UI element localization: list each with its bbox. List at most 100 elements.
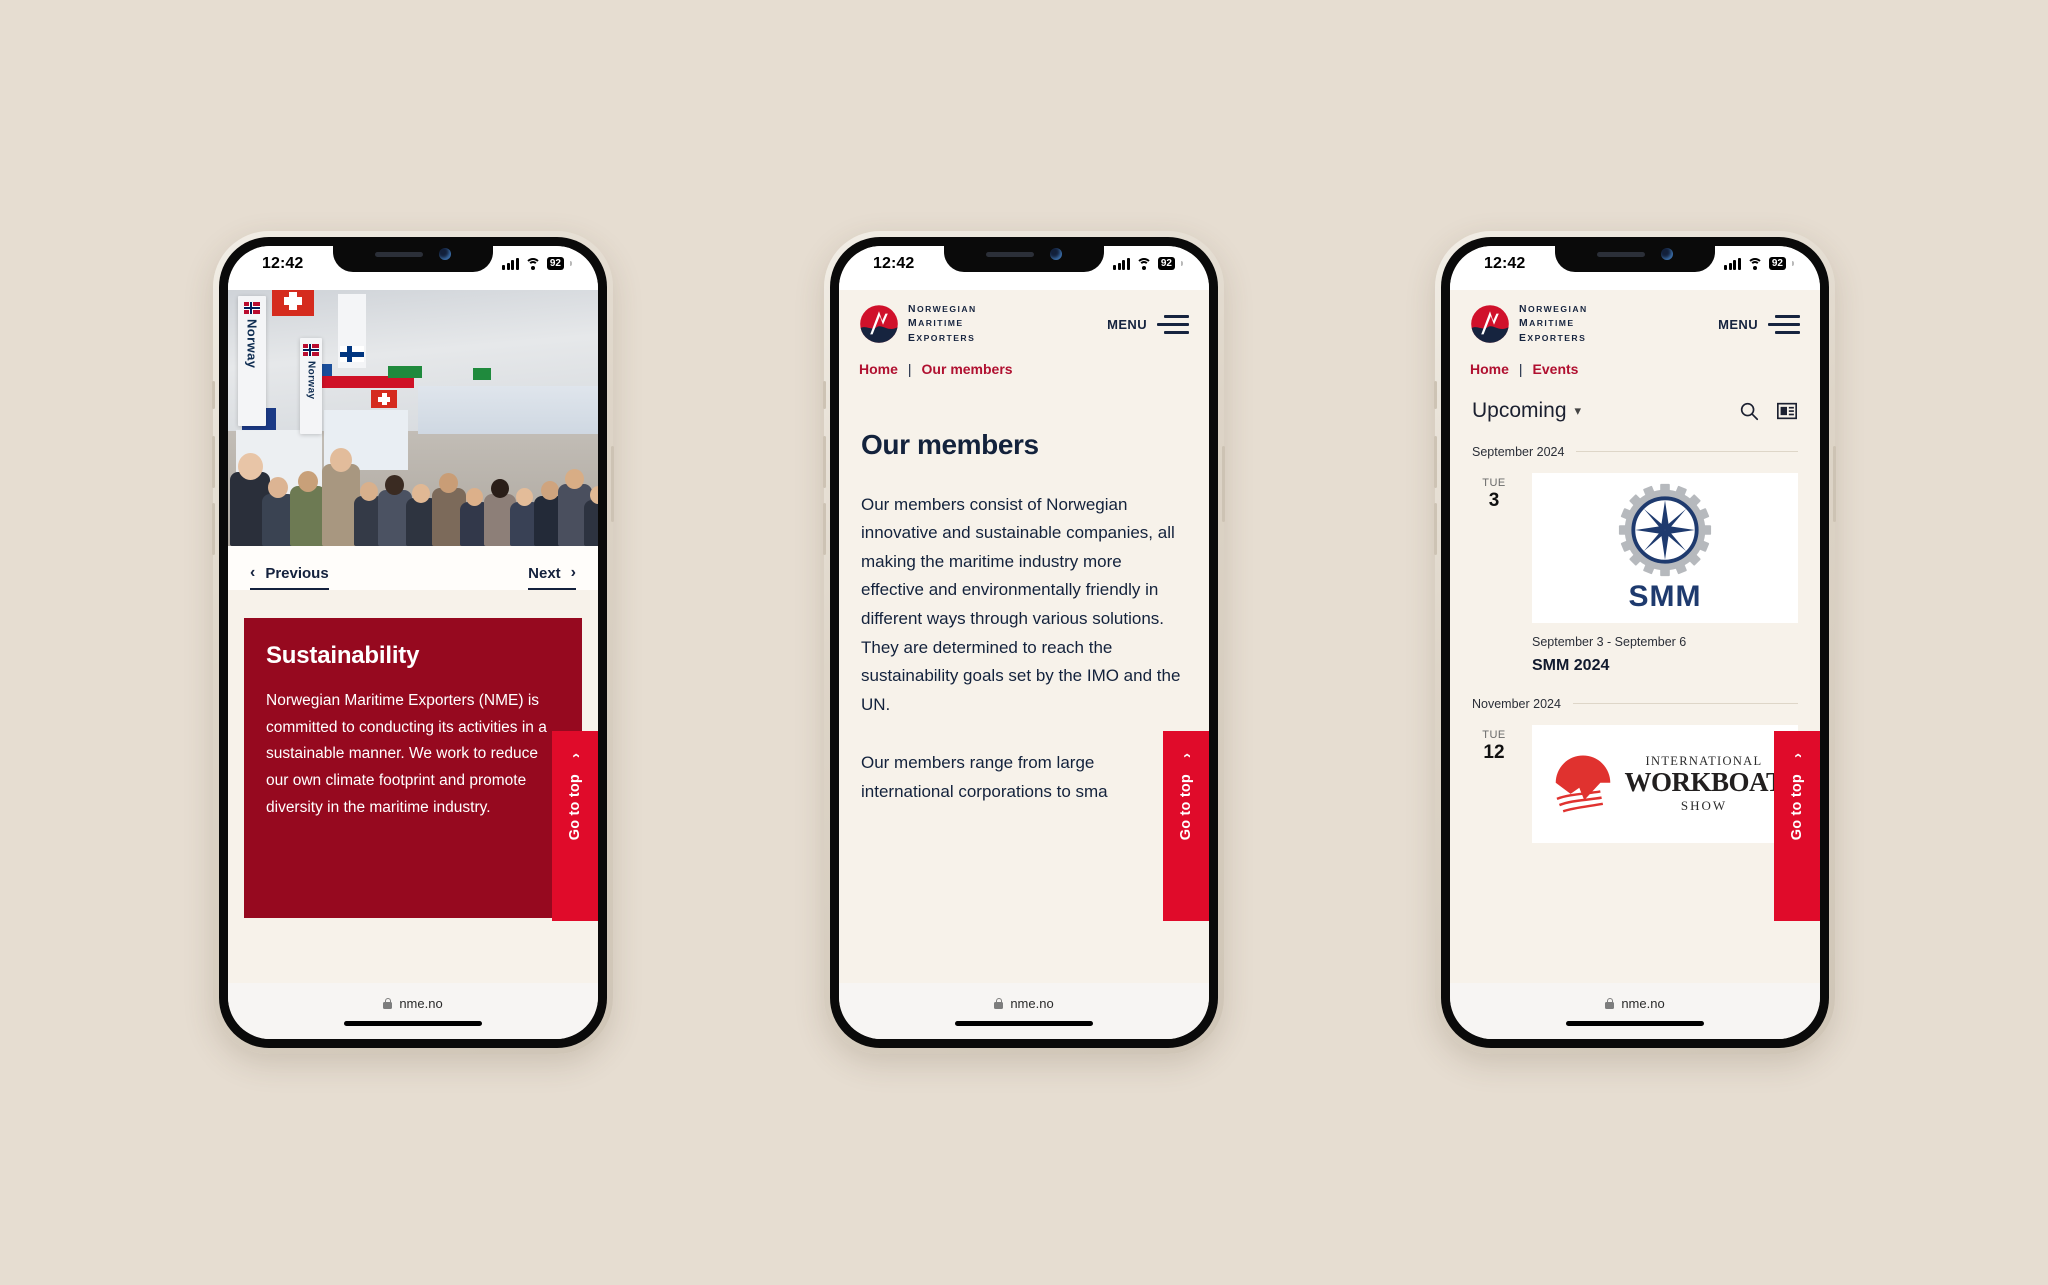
event-list-item[interactable]: TUE 3 SMM September 3 - September 6 SMM … [1450, 459, 1820, 675]
brand-wordmark: NORWEGIAN MARITIME EXPORTERS [908, 304, 977, 345]
menu-button[interactable]: MENU [1718, 314, 1800, 335]
phone3-bezel: 12:42 92 NORWEGIAN MARITIME EXPORTERS ME… [1441, 237, 1829, 1048]
event-date-range: September 3 - September 6 [1532, 634, 1687, 649]
phone3-volume-up-button[interactable] [1434, 436, 1437, 488]
brand-line-2: MARITIME [908, 318, 964, 330]
card-body: Norwegian Maritime Exporters (NME) is co… [266, 692, 547, 816]
breadcrumb-home-link[interactable]: Home [1470, 361, 1509, 377]
sustainability-card[interactable]: Sustainability Norwegian Maritime Export… [244, 618, 582, 918]
phone-mockup-2: 12:42 92 NORWEGIAN MARITIME EXPORTERS ME… [823, 231, 1225, 1054]
phone2-volume-down-button[interactable] [823, 503, 826, 555]
list-view-icon[interactable] [1776, 400, 1798, 422]
url-text: nme.no [1621, 996, 1665, 1011]
smm-compass-gear-icon [1618, 483, 1712, 576]
crowd-of-attendees [228, 434, 598, 546]
home-indicator[interactable] [1566, 1021, 1704, 1026]
phone3-volume-down-button[interactable] [1434, 503, 1437, 555]
phone1-volume-up-button[interactable] [212, 436, 215, 488]
workboat-logo-mid: WORKBOAT [1624, 766, 1784, 797]
go-to-top-button[interactable]: › Go to top [552, 731, 598, 921]
lock-icon [1605, 998, 1615, 1009]
home-indicator[interactable] [955, 1021, 1093, 1026]
phone2-screen: 12:42 92 NORWEGIAN MARITIME EXPORTERS ME… [839, 246, 1209, 1039]
phone3-mute-switch[interactable] [1434, 381, 1437, 409]
events-filter-dropdown[interactable]: Upcoming ▾ [1472, 399, 1581, 423]
event-day-of-week: TUE [1482, 476, 1506, 489]
workboat-wordmark: INTERNATIONAL WORKBOAT SHOW [1624, 754, 1784, 814]
carousel-pager: ‹ Previous Next › [228, 546, 598, 590]
front-camera-icon [1050, 248, 1062, 260]
cellular-signal-icon [1113, 257, 1130, 270]
phone2-power-button[interactable] [1222, 446, 1225, 522]
event-list-item-2[interactable]: TUE 12 INTERNATIONAL WORKBOAT SHOW [1450, 711, 1820, 843]
workboat-wave-icon [1556, 755, 1611, 813]
month-group-header: September 2024 [1450, 423, 1820, 459]
wifi-icon [1746, 257, 1763, 270]
home-indicator[interactable] [344, 1021, 482, 1026]
breadcrumb: Home | Our members [839, 345, 1209, 377]
norway-banner-label: Norway [244, 319, 260, 369]
go-to-top-label: Go to top [1178, 774, 1194, 841]
hero-photo: Norway Norway [228, 290, 598, 546]
go-to-top-button[interactable]: › Go to top [1774, 731, 1820, 921]
article-paragraph-1: Our members consist of Norwegian innovat… [861, 494, 1181, 714]
event-date-2: TUE 12 [1472, 725, 1516, 843]
event-title[interactable]: SMM 2024 [1532, 657, 1798, 675]
go-to-top-label: Go to top [1789, 774, 1805, 841]
menu-button[interactable]: MENU [1107, 314, 1189, 335]
menu-label: MENU [1107, 316, 1147, 332]
chevron-up-icon: › [1177, 753, 1195, 758]
go-to-top-button[interactable]: › Go to top [1163, 731, 1209, 921]
url-text: nme.no [1010, 996, 1054, 1011]
brand-line-3: EXPORTERS [908, 332, 976, 344]
breadcrumb-separator: | [1518, 360, 1523, 377]
earpiece-speaker [375, 251, 423, 257]
brand-logo[interactable]: NORWEGIAN MARITIME EXPORTERS [1470, 304, 1588, 345]
battery-cap-icon [1181, 261, 1183, 266]
battery-level: 92 [546, 257, 564, 270]
brand-wordmark: NORWEGIAN MARITIME EXPORTERS [1519, 304, 1588, 345]
brand-logo[interactable]: NORWEGIAN MARITIME EXPORTERS [859, 304, 977, 345]
article-paragraph-2: Our members range from large internation… [861, 753, 1108, 801]
brand-line-1: NORWEGIAN [908, 304, 977, 315]
exit-sign-far [473, 368, 491, 380]
phone2-status-bar: 12:42 92 [839, 246, 1209, 290]
next-button[interactable]: Next › [528, 564, 576, 590]
event-date: TUE 3 [1472, 473, 1516, 675]
phone2-volume-up-button[interactable] [823, 436, 826, 488]
brand-line-2: MARITIME [1519, 318, 1575, 330]
chevron-up-icon: › [1788, 753, 1806, 758]
search-icon[interactable] [1738, 400, 1760, 422]
phone2-mute-switch[interactable] [823, 381, 826, 409]
exit-sign [388, 366, 422, 378]
phone3-power-button[interactable] [1833, 446, 1836, 522]
previous-button[interactable]: ‹ Previous [250, 564, 329, 590]
url-text: nme.no [399, 996, 443, 1011]
norway-flag-icon-2 [303, 344, 319, 356]
brand-line-3: EXPORTERS [1519, 332, 1587, 344]
battery-level: 92 [1157, 257, 1175, 270]
finland-flag-icon [340, 346, 364, 362]
previous-label: Previous [265, 564, 329, 582]
phone1-power-button[interactable] [611, 446, 614, 522]
events-filter-label: Upcoming [1472, 398, 1567, 422]
url-display[interactable]: nme.no [1605, 996, 1665, 1011]
phone1-volume-down-button[interactable] [212, 503, 215, 555]
url-display[interactable]: nme.no [994, 996, 1054, 1011]
menu-label: MENU [1718, 316, 1758, 332]
month-divider [1576, 451, 1798, 453]
cellular-signal-icon [502, 257, 519, 270]
phone1-notch [333, 246, 493, 272]
phone3-page: Upcoming ▾ September 2024 TUE 3 SMM Sept… [1450, 376, 1820, 983]
phone2-page: Our members Our members consist of Norwe… [839, 376, 1209, 983]
phone1-mute-switch[interactable] [212, 381, 215, 409]
chevron-down-icon: ▾ [1574, 402, 1582, 418]
url-display[interactable]: nme.no [383, 996, 443, 1011]
month-divider-2 [1572, 703, 1798, 705]
go-to-top-label: Go to top [567, 774, 583, 841]
page-title: Our members [861, 428, 1039, 460]
front-camera-icon [1661, 248, 1673, 260]
month-label-2: November 2024 [1472, 696, 1561, 711]
event-day-number: 3 [1488, 489, 1500, 511]
breadcrumb-home-link[interactable]: Home [859, 361, 898, 377]
